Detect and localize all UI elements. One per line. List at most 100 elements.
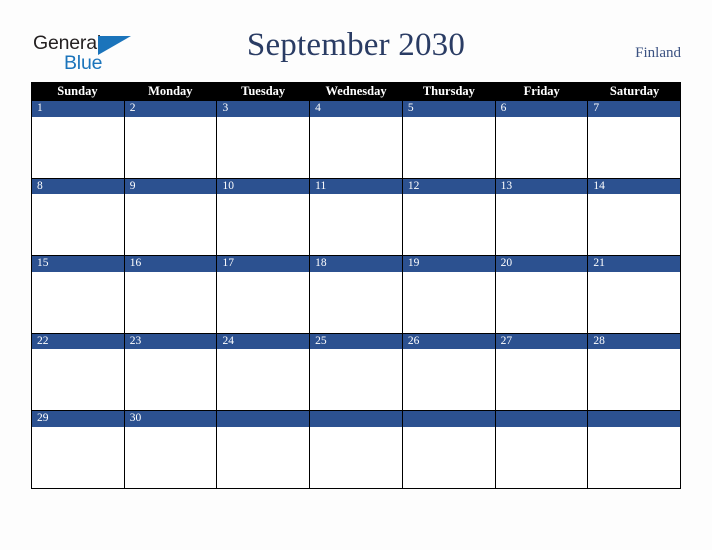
day-events-area[interactable]	[402, 116, 495, 178]
day-events-area[interactable]	[217, 271, 310, 333]
day-events-area[interactable]	[32, 426, 124, 488]
day-events-area[interactable]	[124, 271, 217, 333]
day-events-area[interactable]	[495, 426, 588, 488]
calendar-day-cell-empty[interactable]	[495, 411, 589, 488]
calendar-day-cell-27[interactable]: 27	[495, 333, 589, 411]
day-events-area[interactable]	[495, 116, 588, 178]
calendar-week-row: 1234567	[32, 101, 681, 179]
day-number: 11	[310, 178, 402, 195]
calendar-day-cell-16[interactable]: 16	[124, 256, 218, 333]
calendar-day-cell-9[interactable]: 9	[124, 178, 218, 256]
day-events-area[interactable]	[217, 426, 310, 488]
calendar-day-cell-7[interactable]: 7	[588, 101, 681, 178]
calendar-day-cell-4[interactable]: 4	[310, 101, 403, 178]
weekday-header-saturday: Saturday	[609, 84, 660, 98]
day-events-area[interactable]	[402, 271, 495, 333]
day-events-area[interactable]	[495, 349, 588, 411]
day-number: 4	[310, 101, 402, 117]
calendar-day-cell-6[interactable]: 6	[495, 101, 589, 178]
day-number: 6	[495, 101, 588, 117]
calendar-day-cell-empty[interactable]	[310, 411, 403, 488]
day-events-area[interactable]	[124, 116, 217, 178]
day-events-area[interactable]	[310, 349, 402, 411]
weekday-header-row: Sunday Monday Tuesday Wednesday Thursday Frid…	[31, 82, 681, 101]
day-number: 26	[402, 333, 495, 350]
calendar-day-cell-28[interactable]: 28	[588, 333, 681, 411]
calendar-week-row: 15 16 17 18 19 20 21	[32, 256, 681, 334]
day-number: 2	[124, 101, 217, 117]
day-events-area[interactable]	[402, 426, 495, 488]
day-events-area[interactable]	[32, 271, 124, 333]
day-events-area[interactable]	[402, 349, 495, 411]
weekday-header-wednesday: Wednesday	[325, 84, 387, 98]
calendar-day-cell-15[interactable]: 15	[32, 256, 125, 333]
day-events-area[interactable]	[310, 426, 402, 488]
calendar-day-cell-empty[interactable]	[588, 411, 681, 488]
calendar-day-cell-empty[interactable]	[402, 411, 496, 488]
calendar-day-cell-20[interactable]: 20	[495, 256, 589, 333]
day-events-area[interactable]	[310, 194, 402, 256]
day-events-area[interactable]	[402, 194, 495, 256]
calendar-week-row: 8 9 10 11 12 13 14	[32, 178, 681, 257]
calendar-day-cell-26[interactable]: 26	[402, 333, 496, 411]
calendar-day-cell-2[interactable]: 2	[124, 101, 218, 178]
day-number: 13	[495, 178, 588, 195]
day-number: 5	[402, 101, 495, 117]
day-events-area[interactable]	[217, 116, 310, 178]
day-events-area[interactable]	[32, 116, 124, 178]
day-number: 18	[310, 256, 402, 272]
day-events-area[interactable]	[588, 349, 681, 411]
day-events-area[interactable]	[124, 194, 217, 256]
day-number: 27	[495, 333, 588, 350]
day-number: 17	[217, 256, 310, 272]
day-events-area[interactable]	[588, 194, 681, 256]
calendar-day-cell-30[interactable]: 30	[124, 411, 218, 488]
day-events-area[interactable]	[495, 194, 588, 256]
day-number: 20	[495, 256, 588, 272]
calendar-day-cell-13[interactable]: 13	[495, 178, 589, 256]
weekday-header-monday: Monday	[148, 84, 193, 98]
calendar-day-cell-11[interactable]: 11	[310, 178, 403, 256]
day-events-area[interactable]	[310, 271, 402, 333]
day-number: 9	[124, 178, 217, 195]
calendar-day-cell-empty[interactable]	[217, 411, 311, 488]
day-events-area[interactable]	[124, 349, 217, 411]
calendar-day-cell-25[interactable]: 25	[310, 333, 403, 411]
calendar-day-cell-24[interactable]: 24	[217, 333, 311, 411]
calendar-day-cell-3[interactable]: 3	[217, 101, 311, 178]
day-events-area[interactable]	[310, 116, 402, 178]
day-events-area[interactable]	[495, 271, 588, 333]
day-events-area[interactable]	[588, 426, 681, 488]
day-number	[217, 411, 310, 427]
calendar-day-cell-12[interactable]: 12	[402, 178, 496, 256]
calendar-day-cell-14[interactable]: 14	[588, 178, 681, 256]
day-events-area[interactable]	[217, 349, 310, 411]
day-number: 19	[402, 256, 495, 272]
calendar-day-cell-17[interactable]: 17	[217, 256, 311, 333]
calendar-day-cell-18[interactable]: 18	[310, 256, 403, 333]
day-number: 22	[32, 333, 124, 350]
day-number: 23	[124, 333, 217, 350]
calendar-day-cell-21[interactable]: 21	[588, 256, 681, 333]
calendar-day-cell-1[interactable]: 1	[32, 101, 125, 178]
calendar-day-cell-8[interactable]: 8	[32, 178, 125, 256]
day-number: 7	[588, 101, 681, 117]
day-events-area[interactable]	[588, 116, 681, 178]
country-label: Finland	[635, 45, 681, 61]
day-events-area[interactable]	[32, 349, 124, 411]
day-number: 8	[32, 178, 124, 195]
day-events-area[interactable]	[588, 271, 681, 333]
day-number	[588, 411, 681, 427]
day-events-area[interactable]	[32, 194, 124, 256]
page-title: September 2030	[246, 27, 466, 63]
calendar-day-cell-22[interactable]: 22	[32, 333, 125, 411]
calendar-day-cell-19[interactable]: 19	[402, 256, 496, 333]
day-events-area[interactable]	[217, 194, 310, 256]
calendar-day-cell-29[interactable]: 29	[32, 411, 125, 488]
day-number: 28	[588, 333, 681, 350]
day-events-area[interactable]	[124, 426, 217, 488]
calendar-day-cell-5[interactable]: 5	[402, 101, 496, 178]
day-number: 1	[32, 101, 124, 117]
calendar-day-cell-10[interactable]: 10	[217, 178, 311, 256]
calendar-day-cell-23[interactable]: 23	[124, 333, 218, 411]
